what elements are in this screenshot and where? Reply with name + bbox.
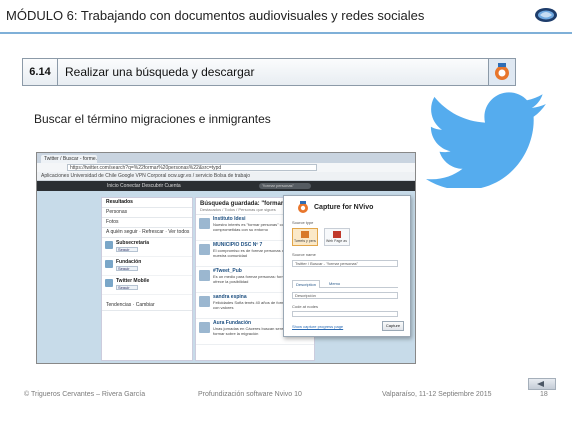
suggested-user[interactable]: Fundación Seguir <box>102 257 192 276</box>
avatar <box>105 260 113 268</box>
module-title: MÓDULO 6: Trabajando con documentos audi… <box>6 8 425 23</box>
follow-button[interactable]: Seguir <box>116 266 138 271</box>
avatar <box>199 296 210 307</box>
capture-progress-link[interactable]: Show capture progress page <box>292 324 343 329</box>
browser-address-bar: https://twitter.com/search?q=%22formar%2… <box>37 163 415 172</box>
twitter-navbar: Inicio Conectar Descubrir Cuenta "formar… <box>37 181 415 191</box>
back-arrow-icon <box>537 381 544 387</box>
twitter-nav-items[interactable]: Inicio Conectar Descubrir Cuenta <box>107 183 181 189</box>
twitter-left-column: Resultados Personas Fotos A quién seguir… <box>101 197 193 361</box>
bookmarks-list[interactable]: Aplicaciones Universidad de Chile Google… <box>41 173 250 179</box>
footer-place: Valparaíso, 11-12 Septiembre 2015 <box>382 391 492 398</box>
source-type-label: Source type <box>292 220 314 225</box>
filter-results[interactable]: Resultados <box>102 198 192 208</box>
ncapture-button[interactable] <box>488 59 515 85</box>
avatar <box>199 244 210 255</box>
who-to-follow-heading: A quién seguir · Refrescar · Ver todos <box>102 228 192 238</box>
avatar <box>105 241 113 249</box>
header-divider <box>0 32 572 34</box>
avatar <box>199 322 210 333</box>
avatar <box>105 279 113 287</box>
lesson-number: 6.14 <box>23 59 58 85</box>
avatar <box>199 270 210 281</box>
capture-button[interactable]: Capture <box>382 321 404 331</box>
trends-heading: Tendencias · Cambiar <box>102 301 192 311</box>
ncapture-icon <box>495 63 509 80</box>
follow-button[interactable]: Seguir <box>116 285 138 290</box>
page-number: 18 <box>540 391 548 398</box>
source-option-pdf[interactable]: Web Page as PDF <box>324 228 350 246</box>
twitter-search-screenshot: Twitter / Buscar - forme... https://twit… <box>36 152 416 364</box>
twitter-bird-icon <box>426 92 546 188</box>
capture-for-nvivo-dialog: Capture for NVivo Source type Tweets y p… <box>283 195 411 337</box>
source-name-label: Source name <box>292 252 316 257</box>
pdf-icon <box>333 231 341 238</box>
nvivo-logo-icon <box>535 8 557 22</box>
lesson-box: 6.14 Realizar una búsqueda y descargar <box>22 58 516 86</box>
twitter-search-field[interactable]: "formar personas" <box>259 183 311 189</box>
suggested-user[interactable]: Subsecretaría Seguir <box>102 238 192 257</box>
code-at-field[interactable] <box>292 311 398 317</box>
filter-people[interactable]: Personas <box>102 208 192 218</box>
lesson-title: Realizar una búsqueda y descargar <box>65 65 255 79</box>
source-option-tweets[interactable]: Tweets y personas <box>292 228 318 246</box>
suggested-user[interactable]: Twitter Mobile Seguir <box>102 276 192 295</box>
browser-tabbar: Twitter / Buscar - forme... <box>37 153 415 163</box>
back-button[interactable] <box>528 378 556 390</box>
browser-tab[interactable]: Twitter / Buscar - forme... <box>41 155 97 163</box>
bookmarks-bar: Aplicaciones Universidad de Chile Google… <box>37 172 415 181</box>
url-field[interactable]: https://twitter.com/search?q=%22formar%2… <box>67 164 317 171</box>
slide-subtitle: Buscar el término migraciones e inmigran… <box>34 112 271 126</box>
follow-button[interactable]: Seguir <box>116 247 138 252</box>
tab-memo[interactable]: Memo <box>326 280 343 287</box>
code-at-label: Code at nodes <box>292 304 319 309</box>
filter-photos[interactable]: Fotos <box>102 218 192 228</box>
tab-description[interactable]: Description <box>292 280 321 288</box>
tweets-icon <box>301 231 309 238</box>
footer-course: Profundización software Nvivo 10 <box>198 391 302 398</box>
avatar <box>199 218 210 229</box>
ncapture-icon <box>298 201 308 213</box>
footer-author: © Trigueros Cervantes – Rivera García <box>24 391 146 398</box>
capture-tabs: Description Memo <box>292 280 398 288</box>
dialog-title: Capture for NVivo <box>314 204 374 211</box>
description-field[interactable]: Descripción <box>292 292 398 299</box>
source-name-field[interactable]: Twitter / Buscar - "formar personas" <box>292 260 398 267</box>
